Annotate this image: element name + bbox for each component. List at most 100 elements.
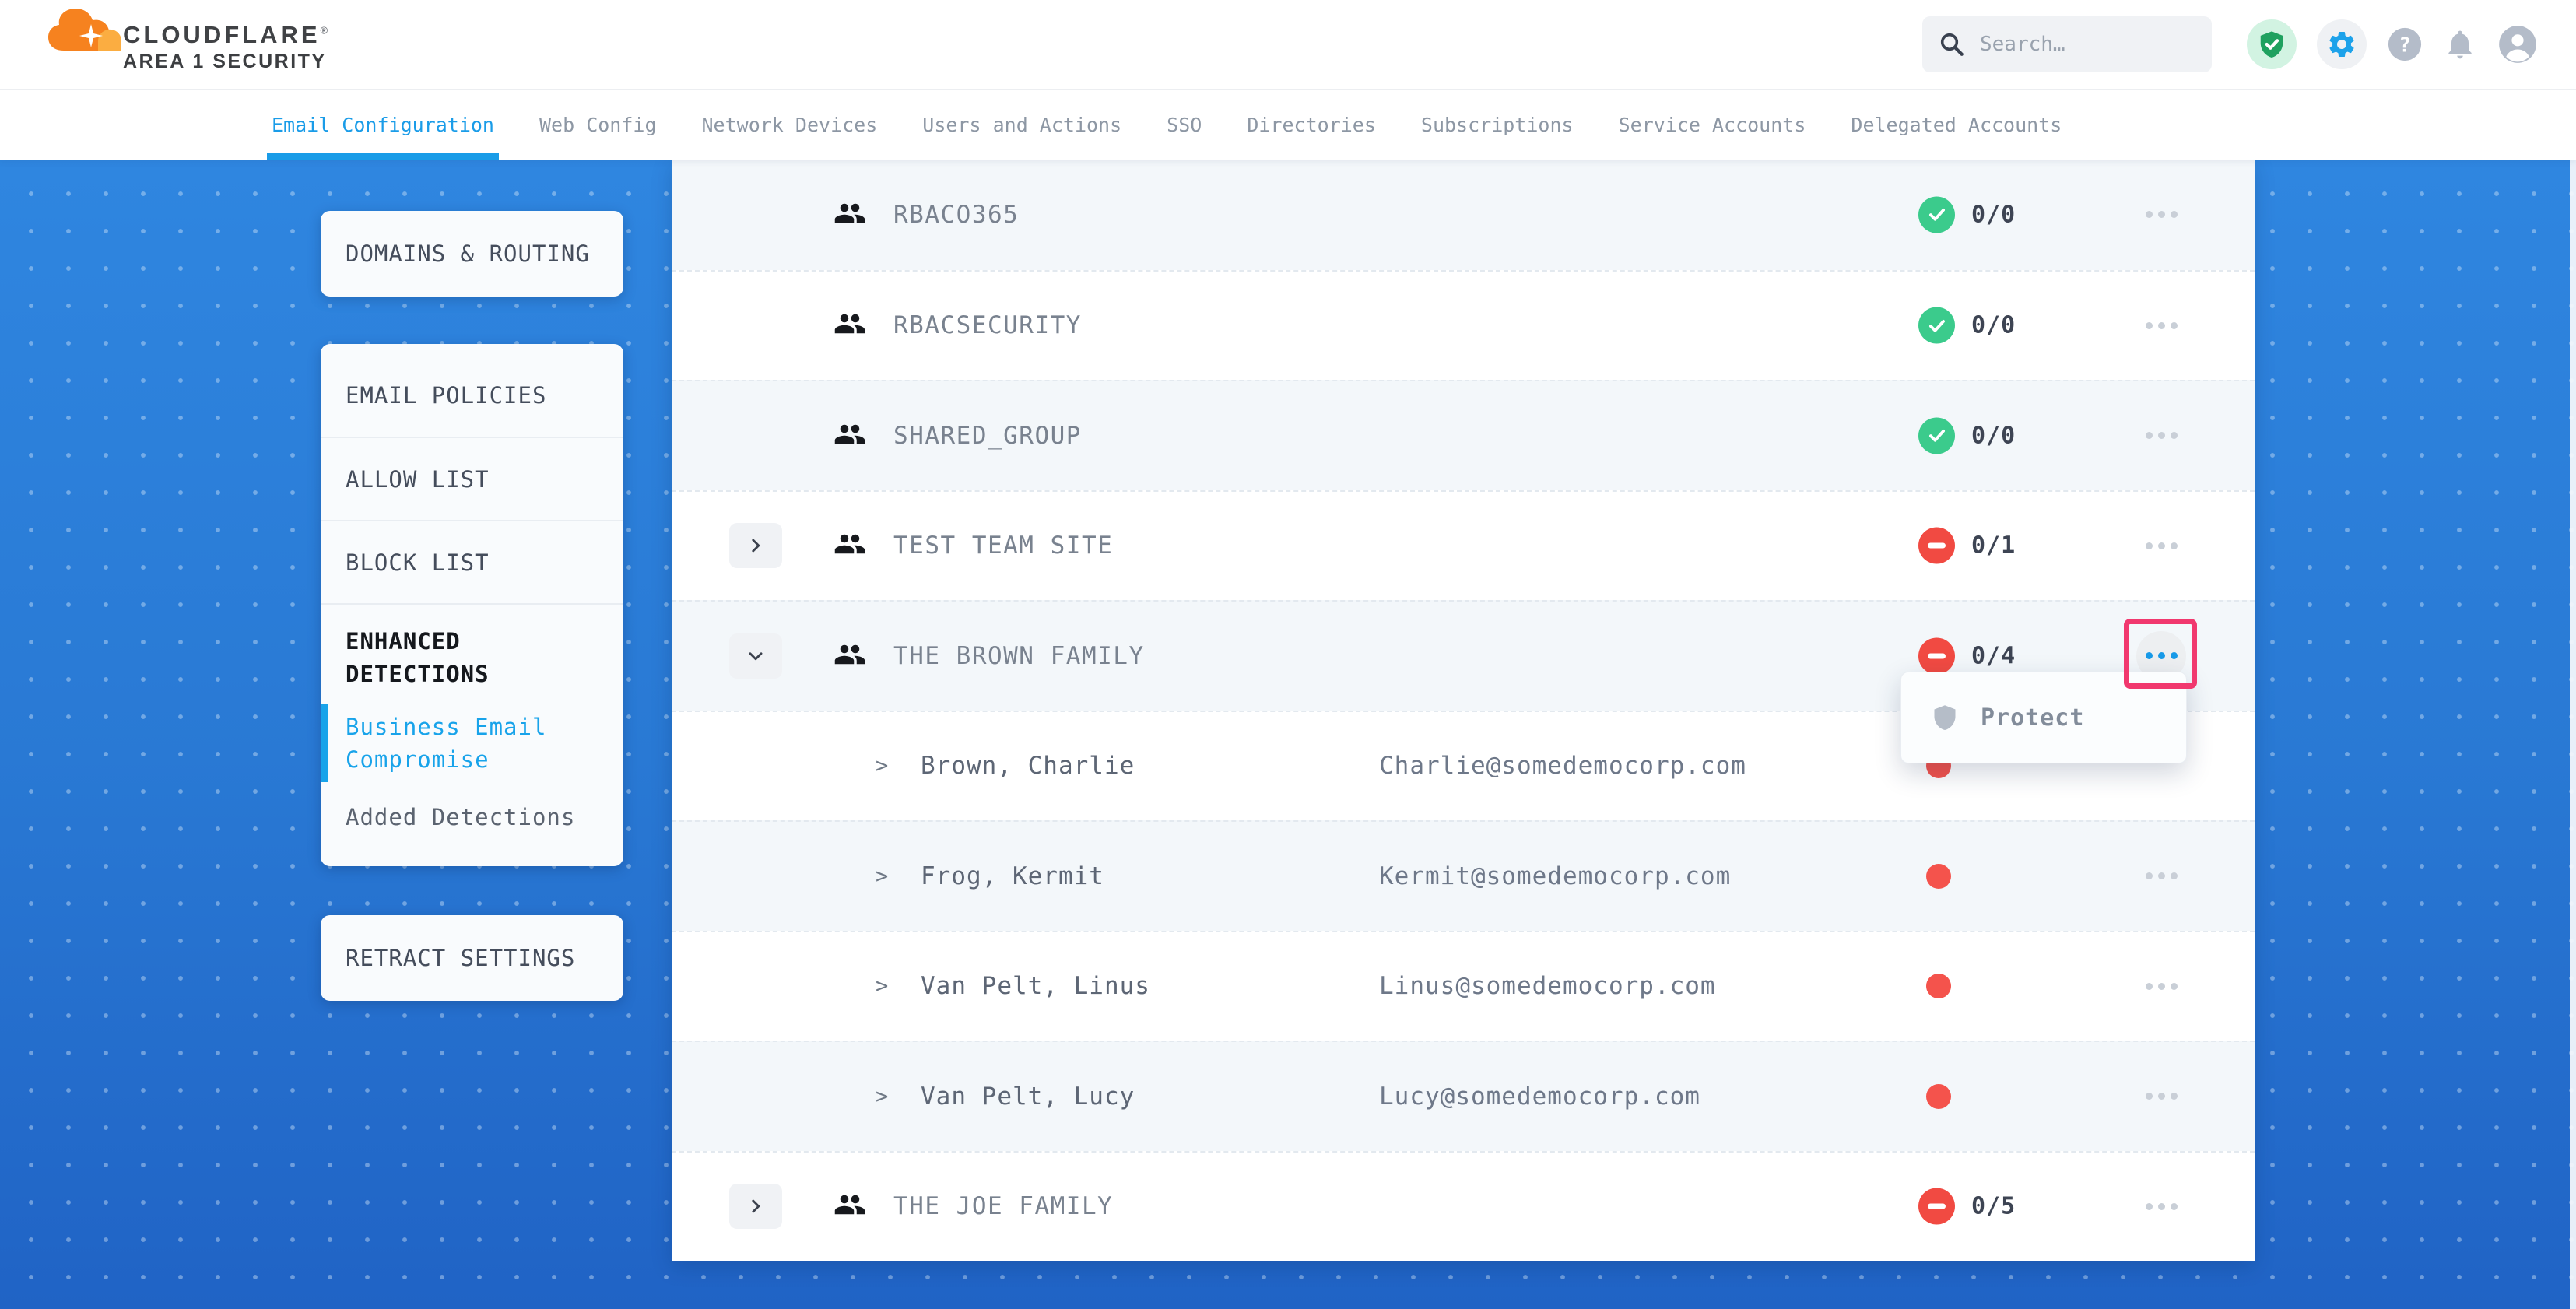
row-menu-button[interactable] <box>2136 521 2186 570</box>
sidebar-card-domains-routing[interactable]: DOMAINS & ROUTING <box>321 211 623 297</box>
member-chevron[interactable]: > <box>876 864 888 888</box>
chevron-right-icon <box>746 646 766 666</box>
sidebar-item-label: Business Email Compromise <box>346 711 605 776</box>
help-icon: ? <box>2387 26 2423 62</box>
shield-check-icon <box>2247 19 2297 69</box>
ellipsis-icon <box>2146 432 2153 439</box>
settings-gear-icon <box>2317 19 2367 69</box>
ellipsis-icon <box>2146 983 2153 990</box>
svg-text:?: ? <box>2399 34 2411 58</box>
scrollbar[interactable] <box>2570 160 2576 1309</box>
help-button[interactable]: ? <box>2387 26 2423 62</box>
group-row-test-team-site: TEST TEAM SITE 0/1 <box>672 490 2255 601</box>
sidebar-card-email-policies: EMAIL POLICIES ALLOW LIST BLOCK LIST ENH… <box>321 344 623 866</box>
status-icon <box>1918 196 1955 233</box>
sidebar-item-label: BLOCK LIST <box>346 549 490 576</box>
notifications-button[interactable] <box>2443 27 2477 61</box>
group-name: RBACO365 <box>893 201 1019 229</box>
tab-web-config[interactable]: Web Config <box>539 90 657 160</box>
sidebar-item-enhanced-detections[interactable]: ENHANCED DETECTIONS <box>321 603 623 698</box>
row-menu-button[interactable] <box>2136 961 2186 1011</box>
search-box[interactable] <box>1922 16 2212 72</box>
row-menu-button[interactable] <box>2136 411 2186 461</box>
member-email: Linus@somedemocorp.com <box>1379 972 1716 1000</box>
row-menu-button[interactable] <box>2136 1181 2186 1231</box>
cloudflare-logo[interactable]: CLOUDFLARE® AREA 1 SECURITY <box>45 0 314 89</box>
sidebar-card-label: DOMAINS & ROUTING <box>346 240 590 267</box>
member-status-dot <box>1926 864 1951 889</box>
registered-mark: ® <box>321 25 328 37</box>
tab-sso[interactable]: SSO <box>1167 90 1202 160</box>
tab-directories[interactable]: Directories <box>1247 90 1376 160</box>
expand-toggle-button[interactable] <box>729 1184 782 1229</box>
member-name: Frog, Kermit <box>921 862 1104 890</box>
sidebar-card-label: RETRACT SETTINGS <box>346 945 575 971</box>
group-name: RBACSECURITY <box>893 311 1082 339</box>
protection-count: 0/0 <box>1971 422 2016 449</box>
member-name: Brown, Charlie <box>921 752 1135 780</box>
protection-count: 0/1 <box>1971 532 2016 560</box>
settings-button[interactable] <box>2317 19 2367 69</box>
group-icon <box>834 1188 866 1224</box>
security-status-button[interactable] <box>2247 19 2297 69</box>
shield-icon <box>1931 704 1959 732</box>
top-bar: CLOUDFLARE® AREA 1 SECURITY <box>0 0 2576 90</box>
group-name: THE JOE FAMILY <box>893 1192 1113 1220</box>
group-row-rbacsecurity: RBACSECURITY 0/0 <box>672 270 2255 381</box>
expand-toggle-button[interactable] <box>729 633 782 679</box>
member-email: Charlie@somedemocorp.com <box>1379 752 1746 780</box>
protection-count: 0/0 <box>1971 201 2016 228</box>
member-chevron[interactable]: > <box>876 1084 888 1108</box>
minus-icon <box>1928 653 1946 658</box>
row-menu-button[interactable] <box>2136 1072 2186 1121</box>
member-chevron[interactable]: > <box>876 974 888 998</box>
tab-service-accounts[interactable]: Service Accounts <box>1619 90 1806 160</box>
sidebar-card-retract-settings[interactable]: RETRACT SETTINGS <box>321 915 623 1001</box>
minus-icon <box>1928 1204 1946 1209</box>
member-chevron[interactable]: > <box>876 754 888 778</box>
search-input[interactable] <box>1978 32 2173 57</box>
expand-toggle-button[interactable] <box>729 523 782 568</box>
context-menu-item-label: Protect <box>1981 704 2084 732</box>
tab-label: Subscriptions <box>1421 114 1574 136</box>
member-row-frog-kermit: > Frog, Kermit Kermit@somedemocorp.com <box>672 820 2255 931</box>
status-icon <box>1918 307 1955 344</box>
member-name: Van Pelt, Linus <box>921 972 1150 1000</box>
brand-product: AREA 1 SECURITY <box>123 51 327 73</box>
tab-delegated-accounts[interactable]: Delegated Accounts <box>1851 90 2062 160</box>
ellipsis-icon <box>2146 652 2153 659</box>
group-icon <box>834 638 866 674</box>
sidebar-item-email-policies[interactable]: EMAIL POLICIES <box>321 353 623 437</box>
check-icon <box>1925 314 1949 337</box>
row-menu-button[interactable] <box>2136 300 2186 350</box>
context-menu-item-protect[interactable]: Protect <box>1901 704 2186 732</box>
tab-label: Network Devices <box>702 114 878 136</box>
group-icon <box>834 528 866 563</box>
sidebar-item-label: EMAIL POLICIES <box>346 382 546 409</box>
sidebar-item-allow-list[interactable]: ALLOW LIST <box>321 437 623 520</box>
row-menu-button[interactable] <box>2136 190 2186 240</box>
tab-subscriptions[interactable]: Subscriptions <box>1421 90 1574 160</box>
member-row-van-pelt-linus: > Van Pelt, Linus Linus@somedemocorp.com <box>672 931 2255 1041</box>
tab-label: SSO <box>1167 114 1202 136</box>
member-email: Lucy@somedemocorp.com <box>1379 1083 1700 1111</box>
sidebar-item-added-detections[interactable]: Added Detections <box>321 788 623 846</box>
brand-name: CLOUDFLARE® <box>123 21 328 49</box>
user-menu-button[interactable] <box>2497 24 2538 65</box>
cloudflare-cloud-icon <box>47 7 121 52</box>
tab-email-configuration[interactable]: Email Configuration <box>272 90 494 160</box>
tab-network-devices[interactable]: Network Devices <box>702 90 878 160</box>
ellipsis-icon <box>2146 542 2153 549</box>
row-context-menu: Protect <box>1900 672 2187 763</box>
row-menu-button[interactable] <box>2136 851 2186 901</box>
sidebar: DOMAINS & ROUTING EMAIL POLICIES ALLOW L… <box>321 160 623 1001</box>
sidebar-item-block-list[interactable]: BLOCK LIST <box>321 520 623 603</box>
tab-users-and-actions[interactable]: Users and Actions <box>922 90 1121 160</box>
tab-label: Users and Actions <box>922 114 1121 136</box>
page-background: DOMAINS & ROUTING EMAIL POLICIES ALLOW L… <box>0 160 2576 1309</box>
member-email: Kermit@somedemocorp.com <box>1379 862 1731 890</box>
sidebar-item-business-email-compromise[interactable]: Business Email Compromise <box>321 698 623 788</box>
group-row-shared-group: SHARED_GROUP 0/0 <box>672 380 2255 490</box>
sidebar-item-label: ALLOW LIST <box>346 466 490 493</box>
ellipsis-icon <box>2146 322 2153 329</box>
